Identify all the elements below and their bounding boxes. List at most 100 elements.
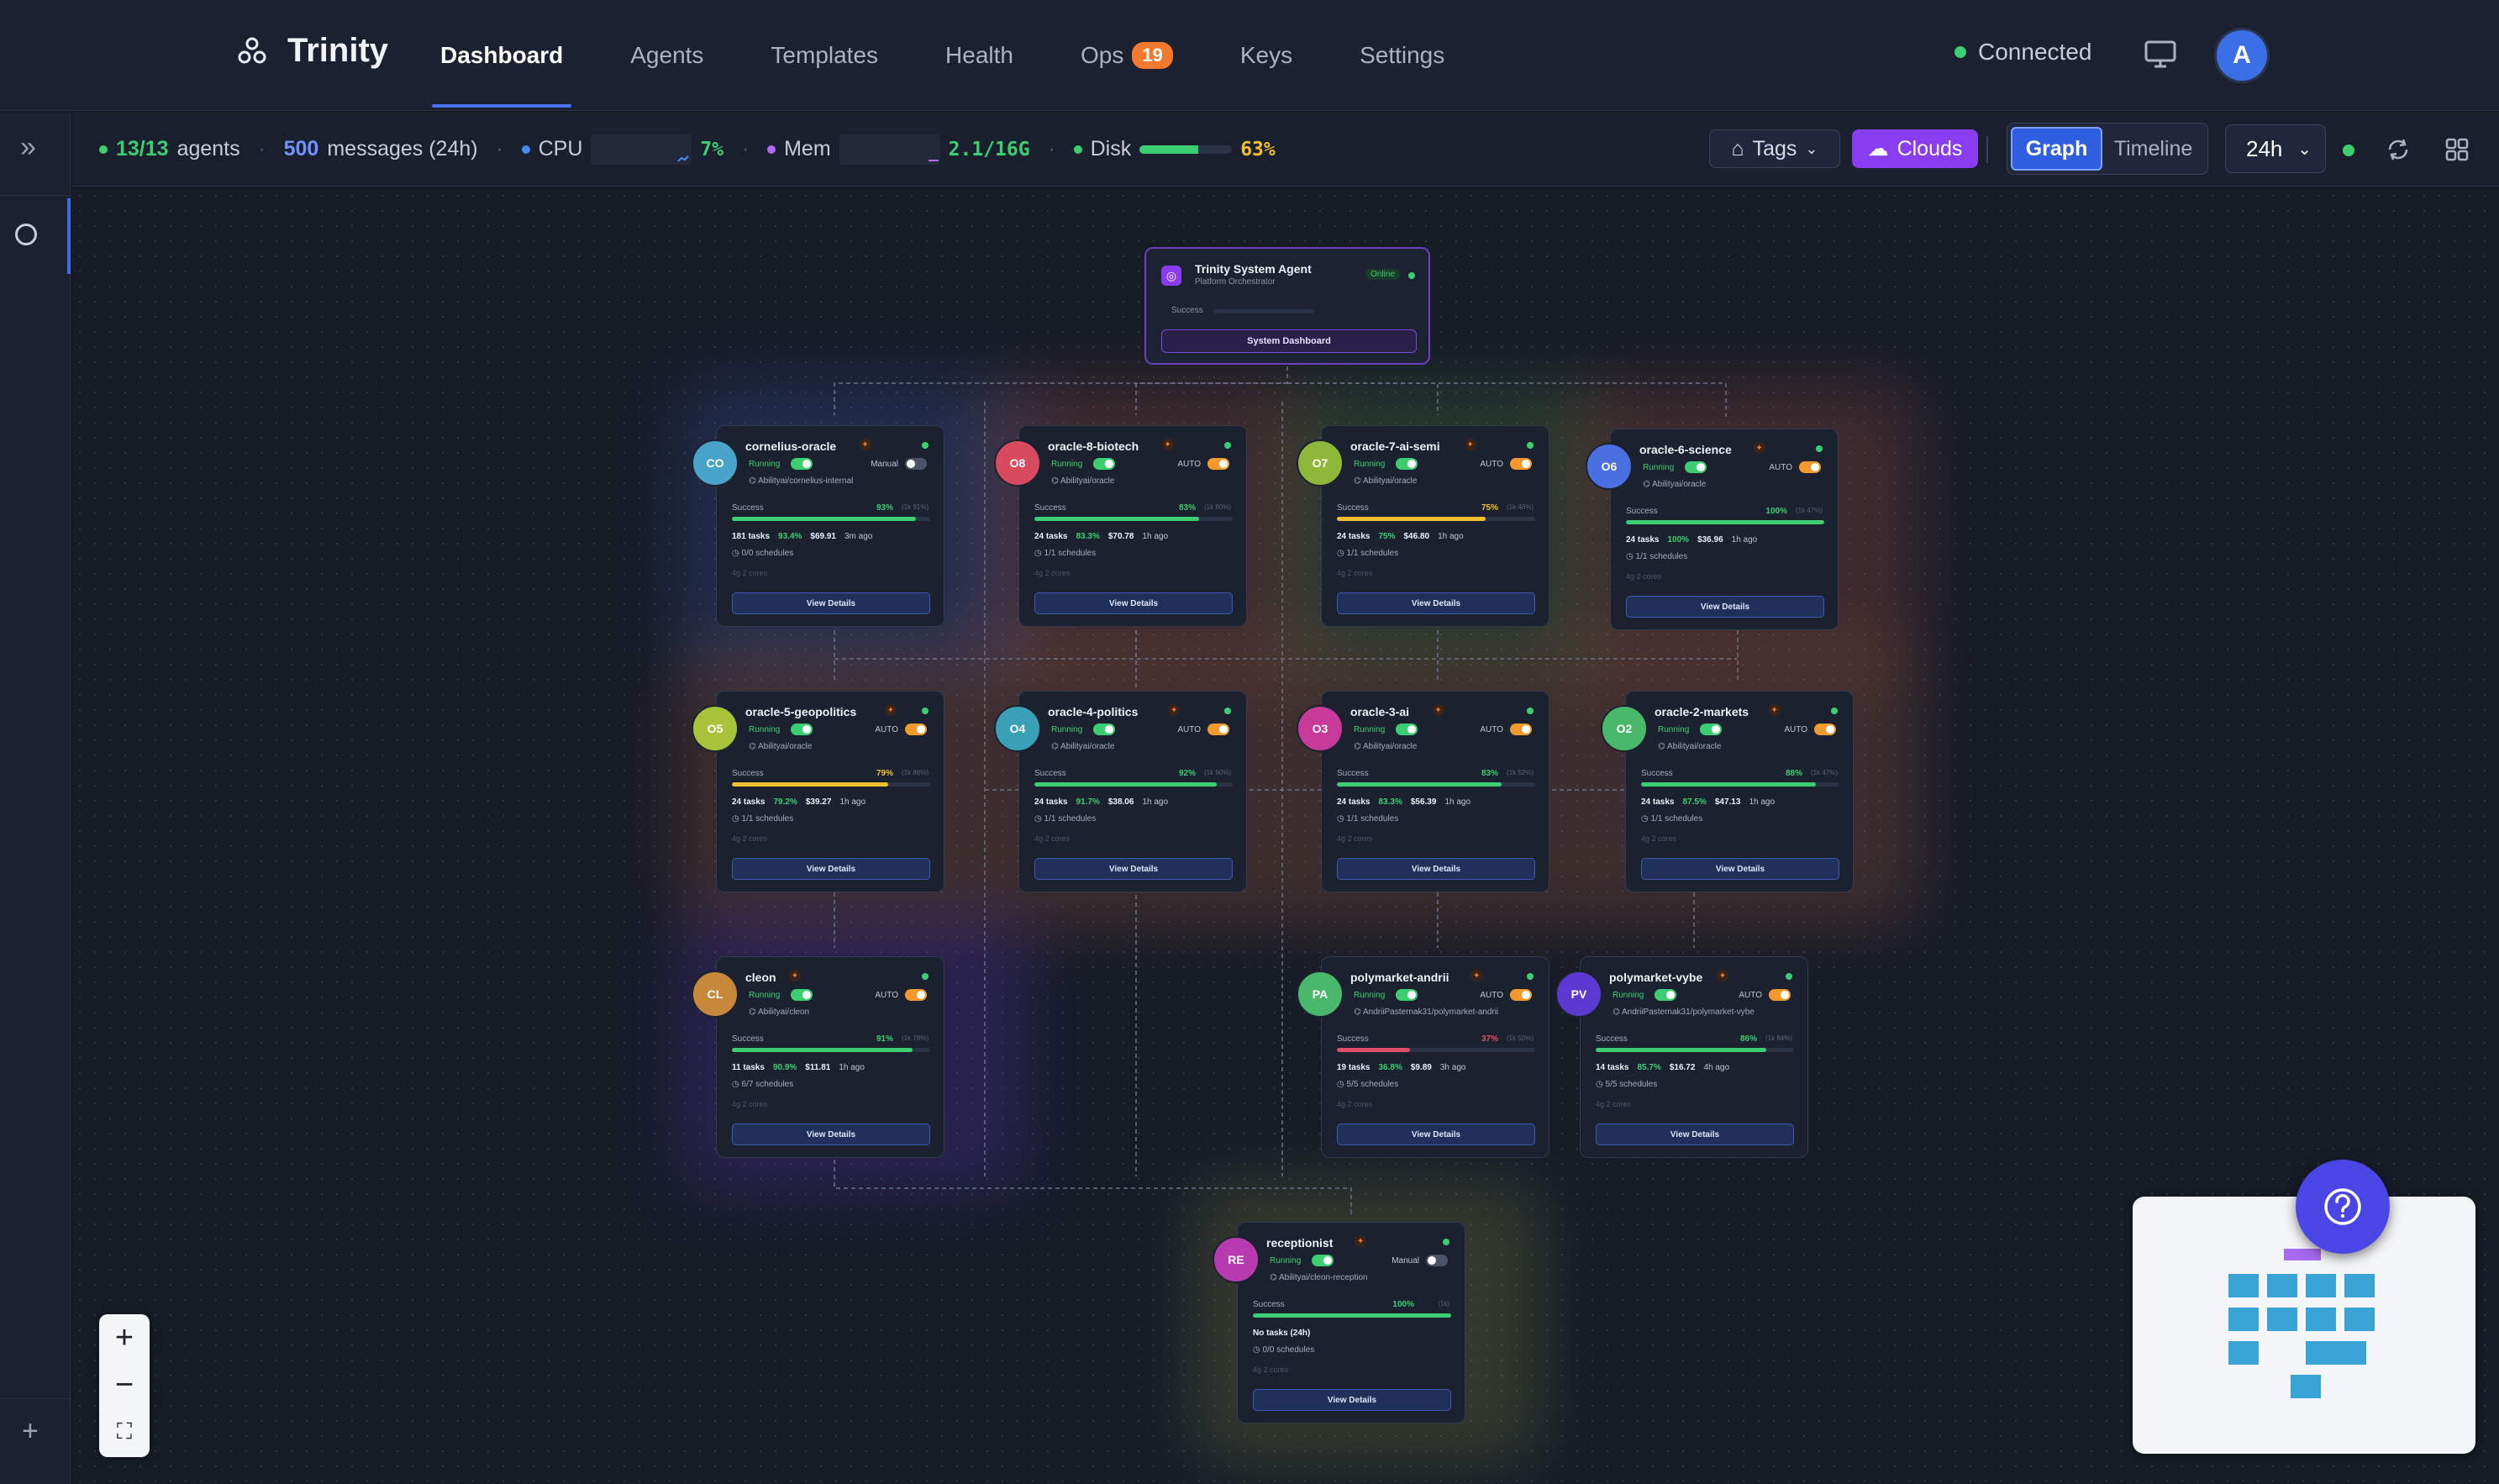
running-toggle[interactable] [1093, 724, 1115, 735]
agent-card[interactable]: O2 oracle-2-markets ✦ Running AUTO ⌬ Abi… [1601, 691, 1854, 892]
minimap[interactable] [2133, 1197, 2475, 1454]
view-details-button[interactable]: View Details [1034, 592, 1233, 614]
agent-capacity: 4g 2 cores [1626, 572, 1662, 581]
auto-toggle[interactable] [1769, 989, 1791, 1001]
tab-agents-label: Agents [630, 42, 704, 68]
auto-toggle[interactable] [1510, 458, 1532, 470]
running-toggle[interactable] [1700, 724, 1722, 735]
zoom-out-icon[interactable]: − [99, 1361, 150, 1408]
view-details-label: View Details [1411, 864, 1461, 874]
running-toggle[interactable] [1396, 724, 1418, 735]
running-toggle[interactable] [1396, 458, 1418, 470]
tab-health[interactable]: Health [945, 0, 1013, 111]
auto-toggle[interactable] [1510, 989, 1532, 1001]
view-details-button[interactable]: View Details [1034, 858, 1233, 880]
tab-keys[interactable]: Keys [1240, 0, 1292, 111]
view-details-button[interactable]: View Details [1337, 1124, 1535, 1145]
running-toggle[interactable] [1396, 989, 1418, 1001]
mem-label: Mem [784, 137, 831, 161]
system-agent-card[interactable]: ◎ Trinity System Agent Platform Orchestr… [1144, 247, 1430, 365]
agent-schedules: ◷ 6/7 schedules [732, 1080, 794, 1089]
timeline-view-button[interactable]: Timeline [2102, 127, 2204, 171]
running-toggle[interactable] [1685, 461, 1707, 473]
running-toggle[interactable] [1312, 1255, 1334, 1266]
agent-status: Running [749, 460, 781, 469]
running-toggle[interactable] [1093, 458, 1115, 470]
auto-toggle[interactable] [905, 724, 927, 735]
agent-initials: PA [1312, 987, 1328, 1001]
auto-toggle[interactable] [1207, 458, 1229, 470]
disk-label: Disk [1090, 137, 1132, 161]
zoom-in-icon[interactable]: + [99, 1314, 150, 1361]
view-details-button[interactable]: View Details [732, 1124, 930, 1145]
tab-agents[interactable]: Agents [630, 0, 703, 111]
running-toggle[interactable] [791, 989, 813, 1001]
refresh-icon[interactable] [2385, 136, 2412, 163]
tab-settings[interactable]: Settings [1360, 0, 1444, 111]
agent-capacity: 4g 2 cores [1034, 834, 1071, 843]
view-details-button[interactable]: View Details [1626, 596, 1824, 618]
user-avatar[interactable]: A [2217, 30, 2267, 81]
agent-card[interactable]: O3 oracle-3-ai ✦ Running AUTO ⌬ Abilitya… [1297, 691, 1549, 892]
view-details-button[interactable]: View Details [732, 858, 930, 880]
auto-toggle[interactable] [905, 458, 927, 470]
success-label: Success [1596, 1034, 1628, 1044]
view-details-button[interactable]: View Details [1253, 1389, 1451, 1411]
status-dot-icon [1527, 442, 1534, 449]
auto-toggle[interactable] [1799, 461, 1821, 473]
auto-toggle[interactable] [905, 989, 927, 1001]
system-dashboard-button[interactable]: System Dashboard [1161, 329, 1417, 353]
graph-canvas[interactable]: ◎ Trinity System Agent Platform Orchestr… [72, 188, 2499, 1484]
auto-toggle[interactable] [1510, 724, 1532, 735]
view-details-label: View Details [1108, 864, 1159, 874]
running-toggle[interactable] [791, 724, 813, 735]
graph-view-button[interactable]: Graph [2011, 127, 2103, 171]
agent-card[interactable]: PV polymarket-vybe ✦ Running AUTO ⌬ Andr… [1555, 956, 1808, 1158]
tags-filter-button[interactable]: ⌂ Tags ⌄ [1709, 129, 1840, 168]
fit-view-icon[interactable]: ⛶ [99, 1408, 150, 1455]
expand-sidebar-icon[interactable]: » [20, 131, 36, 164]
agent-card[interactable]: O6 oracle-6-science ✦ Running AUTO ⌬ Abi… [1586, 429, 1839, 630]
connection-label: Connected [1978, 39, 2092, 65]
running-toggle[interactable] [1655, 989, 1676, 1001]
agent-card[interactable]: CL cleon ✦ Running AUTO ⌬ Abilityai/cleo… [692, 956, 944, 1158]
add-icon[interactable]: + [22, 1415, 39, 1448]
auto-toggle[interactable] [1207, 724, 1229, 735]
tab-dashboard[interactable]: Dashboard [431, 0, 572, 111]
running-toggle[interactable] [791, 458, 813, 470]
view-details-button[interactable]: View Details [1337, 592, 1535, 614]
agent-card[interactable]: O5 oracle-5-geopolitics ✦ Running AUTO ⌬… [692, 691, 944, 892]
mem-value: 2.1/16G [948, 138, 1030, 161]
agent-card[interactable]: PA polymarket-andrii ✦ Running AUTO ⌬ An… [1297, 956, 1549, 1158]
agent-card[interactable]: O8 oracle-8-biotech ✦ Running AUTO ⌬ Abi… [994, 425, 1247, 627]
rail-item-active[interactable] [0, 198, 71, 274]
flame-icon: ✦ [1432, 704, 1444, 716]
agent-cost: $38.06 [1107, 797, 1134, 807]
tab-templates[interactable]: Templates [771, 0, 878, 111]
help-button[interactable] [2296, 1160, 2390, 1254]
success-detail: (1k 52%) [1506, 769, 1534, 776]
time-range-select[interactable]: 24h ⌄ [2225, 124, 2326, 173]
agent-card[interactable]: O7 oracle-7-ai-semi ✦ Running AUTO ⌬ Abi… [1297, 425, 1549, 627]
agent-card[interactable]: RE receptionist ✦ Running Manual ⌬ Abili… [1213, 1222, 1465, 1423]
auto-toggle[interactable] [1426, 1255, 1448, 1266]
tab-ops[interactable]: Ops 19 [1081, 0, 1173, 111]
agent-repo: ⌬ Abilityai/oracle [1643, 480, 1707, 489]
view-details-button[interactable]: View Details [732, 592, 930, 614]
brand[interactable]: Trinity [235, 32, 388, 70]
auto-toggle[interactable] [1814, 724, 1836, 735]
clouds-toggle-button[interactable]: ☁ Clouds [1852, 129, 1978, 168]
monitor-icon[interactable] [2144, 40, 2176, 69]
agent-card[interactable]: O4 oracle-4-politics ✦ Running AUTO ⌬ Ab… [994, 691, 1247, 892]
agent-last-active: 1h ago [1438, 532, 1464, 541]
success-bar [1596, 1048, 1794, 1052]
view-details-button[interactable]: View Details [1337, 858, 1535, 880]
agent-name: oracle-8-biotech [1048, 439, 1139, 453]
cpu-label: CPU [538, 137, 583, 161]
view-details-button[interactable]: View Details [1641, 858, 1839, 880]
minimap-node [2306, 1341, 2336, 1365]
agent-card[interactable]: CO cornelius-oracle ✦ Running Manual ⌬ A… [692, 425, 944, 627]
view-details-button[interactable]: View Details [1596, 1124, 1794, 1145]
agent-last-active: 1h ago [839, 797, 866, 807]
grid-layout-icon[interactable] [2444, 136, 2470, 163]
